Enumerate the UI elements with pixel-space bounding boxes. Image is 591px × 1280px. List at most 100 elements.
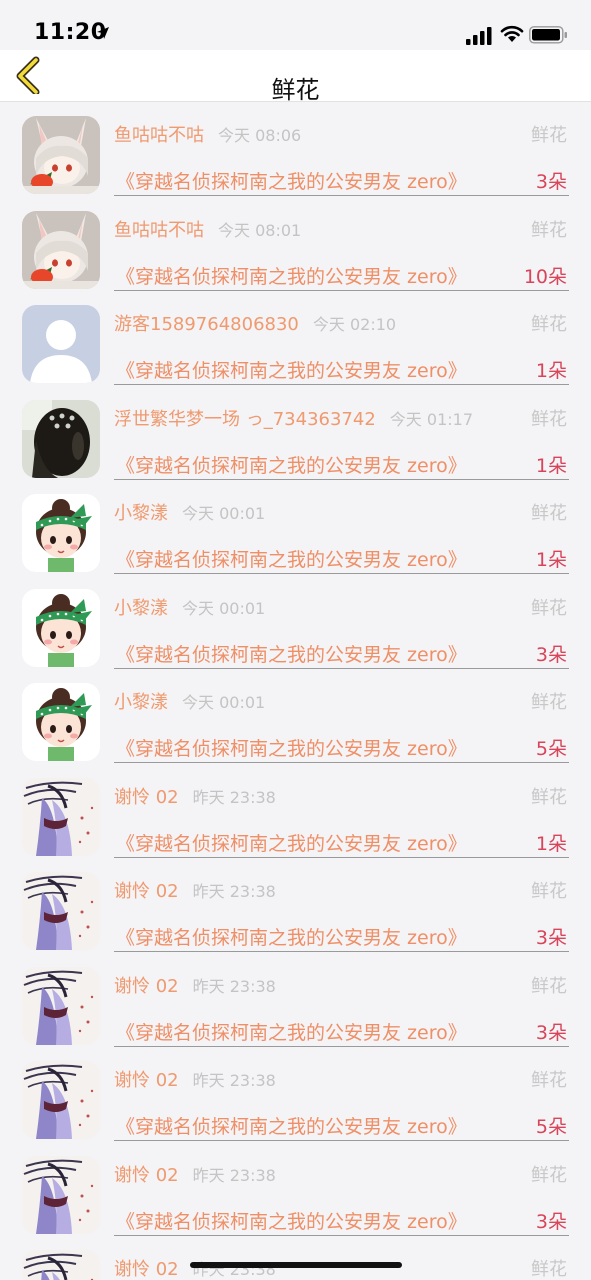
- flower-count: 1朵: [535, 832, 567, 855]
- user-name-text: 小黎漾: [114, 692, 168, 713]
- flower-count: 5朵: [535, 1116, 567, 1138]
- user-name-text: 谢怜 02: [114, 1259, 179, 1280]
- avatar[interactable]: [22, 777, 100, 856]
- timestamp: 昨天 23:38: [192, 787, 276, 807]
- list-item[interactable]: 小黎漾 今天 00:01 鲜花 《穿越名侦探柯南之我的公安男友 zero》 1朵: [0, 480, 591, 575]
- list-item[interactable]: 小黎漾 今天 00:01 鲜花 《穿越名侦探柯南之我的公安男友 zero》 5朵: [0, 669, 591, 764]
- list-item[interactable]: 谢怜 02 昨天 23:38 鲜花 《穿越名侦探柯南之我的公安男友 zero》 3朵: [0, 858, 591, 953]
- timestamp: 今天 02:10: [312, 315, 397, 334]
- gift-type-label: 鲜花: [531, 975, 567, 997]
- book-title[interactable]: 《穿越名侦探柯南之我的公安男友 zero》: [116, 167, 467, 194]
- book-title[interactable]: 《穿越名侦探柯南之我的公安男友 zero》: [116, 356, 467, 383]
- book-title[interactable]: 《穿越名侦探柯南之我的公安男友 zero》: [116, 262, 467, 289]
- flower-count: 1朵: [535, 360, 567, 382]
- book-title[interactable]: 《穿越名侦探柯南之我的公安男友 zero》: [116, 1018, 467, 1045]
- user-name-text: 谢怜 02: [114, 1070, 179, 1091]
- user-name-text: 小黎漾: [114, 597, 168, 619]
- list-item[interactable]: 谢怜 02 昨天 23:38 鲜花 《穿越名侦探柯南之我的公安男友 zero》 5朵: [0, 1047, 591, 1142]
- avatar[interactable]: [22, 1250, 100, 1280]
- timestamp: 昨天 23:38: [192, 976, 276, 996]
- gift-type-label: 鲜花: [531, 314, 567, 335]
- user-name: 谢怜 02 昨天 23:38: [114, 1161, 276, 1187]
- flower-list: 鱼咕咕不咕 今天 08:06 鲜花 《穿越名侦探柯南之我的公安男友 zero》 3朵 鱼咕…: [0, 102, 591, 1280]
- gift-type-label: 鲜花: [531, 881, 567, 902]
- avatar[interactable]: [22, 683, 100, 761]
- user-name: 谢怜 02 昨天 23:38: [114, 783, 276, 809]
- timestamp: 今天 00:01: [182, 504, 266, 523]
- wifi-icon: [500, 25, 524, 42]
- avatar[interactable]: [22, 210, 100, 289]
- list-item[interactable]: 游客1589764806830 今天 02:10 鲜花《穿越名侦探柯南之我的公安男友…: [0, 291, 591, 386]
- list-item[interactable]: 谢怜 02 昨天 23:38 鲜花: [0, 1236, 591, 1280]
- avatar[interactable]: [22, 588, 100, 667]
- location-arrow-icon: [97, 27, 109, 39]
- gift-type-label: 鲜花: [531, 1164, 567, 1186]
- gift-type-label: 鲜花: [531, 597, 567, 619]
- list-item[interactable]: 浮世繁华梦一场 っ_734363742 今天 01:17 鲜花《穿越名侦探柯南之我的…: [0, 386, 591, 481]
- flower-count: 3朵: [535, 171, 567, 193]
- home-indicator: [190, 1262, 402, 1268]
- user-name: 鱼咕咕不咕 今天 08:01: [114, 216, 301, 242]
- navigation-bar: 鲜花: [0, 50, 591, 104]
- user-name: 谢怜 02 昨天 23:38: [114, 877, 276, 903]
- book-title[interactable]: 《穿越名侦探柯南之我的公安男友 zero》: [116, 923, 467, 950]
- flower-count: 1朵: [535, 454, 567, 477]
- user-name-text: 鱼咕咕不咕: [114, 125, 204, 146]
- list-item[interactable]: 小黎漾 今天 00:01 鲜花《穿越名侦探柯南之我的公安男友 zero》 3朵: [0, 575, 591, 670]
- user-name: 小黎漾 今天 00:01: [114, 594, 265, 620]
- page-title: 鲜花: [271, 76, 320, 104]
- gift-type-label: 鲜花: [531, 692, 567, 713]
- user-name: 谢怜 02 昨天 23:38: [114, 1066, 276, 1092]
- user-name-text: 鱼咕咕不咕: [114, 219, 204, 241]
- book-title[interactable]: 《穿越名侦探柯南之我的公安男友 zero》: [116, 829, 467, 856]
- user-name-text: 谢怜 02: [114, 786, 179, 808]
- book-title[interactable]: 《穿越名侦探柯南之我的公安男友 zero》: [116, 734, 467, 761]
- status-bar: 11:20: [0, 0, 591, 50]
- book-title[interactable]: 《穿越名侦探柯南之我的公安男友 zero》: [116, 545, 467, 572]
- avatar[interactable]: [22, 305, 100, 383]
- timestamp: 今天 08:06: [218, 126, 302, 145]
- user-name: 浮世繁华梦一场 っ_734363742 今天 01:17: [114, 405, 473, 431]
- avatar[interactable]: [22, 116, 100, 194]
- book-title[interactable]: 《穿越名侦探柯南之我的公安男友 zero》: [116, 1112, 467, 1139]
- user-name: 谢怜 02 昨天 23:38: [114, 972, 276, 998]
- timestamp: 今天 00:01: [182, 693, 266, 712]
- flower-count: 3朵: [535, 643, 567, 666]
- list-item[interactable]: 鱼咕咕不咕 今天 08:06 鲜花《穿越名侦探柯南之我的公安男友 zero》 3朵: [0, 102, 591, 197]
- battery-icon: [529, 26, 567, 44]
- avatar[interactable]: [22, 399, 100, 478]
- user-name: 游客1589764806830 今天 02:10: [114, 310, 396, 336]
- list-item[interactable]: 谢怜 02 昨天 23:38 鲜花《穿越名侦探柯南之我的公安男友 zero》 1朵: [0, 764, 591, 859]
- gift-type-label: 鲜花: [531, 219, 567, 241]
- book-title[interactable]: 《穿越名侦探柯南之我的公安男友 zero》: [116, 1207, 467, 1234]
- timestamp: 今天 01:17: [389, 409, 473, 429]
- list-item[interactable]: 谢怜 02 昨天 23:38 鲜花《穿越名侦探柯南之我的公安男友 zero》 3朵: [0, 953, 591, 1048]
- avatar[interactable]: [22, 1061, 100, 1139]
- gift-type-label: 鲜花: [531, 503, 567, 524]
- user-name-text: 游客1589764806830: [114, 314, 299, 335]
- user-name-text: 浮世繁华梦一场 っ_734363742: [114, 408, 376, 430]
- user-name: 小黎漾 今天 00:01: [114, 499, 265, 525]
- gift-type-label: 鲜花: [531, 125, 567, 146]
- user-name: 小黎漾 今天 00:01: [114, 688, 265, 714]
- list-item[interactable]: 鱼咕咕不咕 今天 08:01 鲜花《穿越名侦探柯南之我的公安男友 zero》 10朵: [0, 197, 591, 292]
- user-name-text: 谢怜 02: [114, 1164, 179, 1186]
- user-name: 鱼咕咕不咕 今天 08:06: [114, 121, 301, 147]
- list-item[interactable]: 谢怜 02 昨天 23:38 鲜花《穿越名侦探柯南之我的公安男友 zero》 3朵: [0, 1142, 591, 1237]
- timestamp: 今天 08:01: [218, 220, 302, 240]
- gift-type-label: 鲜花: [531, 786, 567, 808]
- book-title[interactable]: 《穿越名侦探柯南之我的公安男友 zero》: [116, 640, 467, 667]
- user-name-text: 谢怜 02: [114, 975, 179, 997]
- flower-count: 3朵: [535, 1210, 567, 1233]
- avatar[interactable]: [22, 872, 100, 950]
- gift-type-label: 鲜花: [531, 1259, 567, 1280]
- flower-count: 10朵: [523, 265, 567, 288]
- avatar[interactable]: [22, 1155, 100, 1234]
- book-title[interactable]: 《穿越名侦探柯南之我的公安男友 zero》: [116, 451, 467, 478]
- avatar[interactable]: [22, 966, 100, 1045]
- cellular-signal-icon: [466, 27, 492, 45]
- user-name-text: 小黎漾: [114, 503, 168, 524]
- flower-count: 3朵: [535, 1021, 567, 1044]
- avatar[interactable]: [22, 494, 100, 572]
- gift-type-label: 鲜花: [531, 408, 567, 430]
